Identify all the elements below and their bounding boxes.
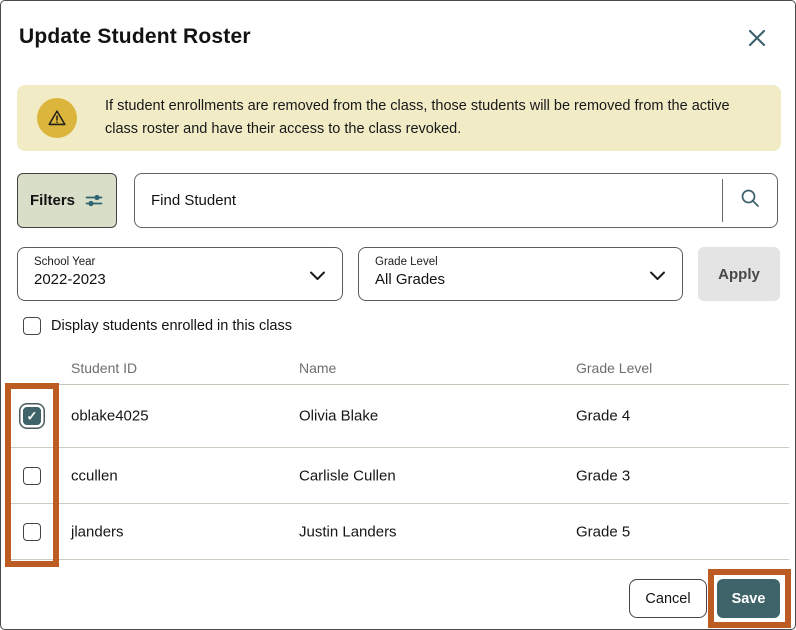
- checkmark-icon: ✓: [27, 410, 38, 423]
- grade-level-value: All Grades: [375, 271, 666, 288]
- cell-grade-level: Grade 3: [576, 467, 630, 484]
- grade-level-select[interactable]: Grade Level All Grades: [358, 247, 683, 301]
- sliders-icon: [84, 193, 104, 208]
- apply-button[interactable]: Apply: [698, 247, 780, 301]
- table-row: ✓ oblake4025 Olivia Blake Grade 4: [9, 385, 789, 448]
- cell-name: Olivia Blake: [299, 408, 378, 425]
- warning-banner: If student enrollments are removed from …: [17, 85, 781, 151]
- search-button[interactable]: [723, 174, 777, 227]
- row-checkbox[interactable]: ✓: [23, 523, 41, 541]
- cell-name: Carlisle Cullen: [299, 467, 396, 484]
- update-student-roster-dialog: Update Student Roster If student enrollm…: [0, 0, 796, 630]
- search-input[interactable]: [135, 174, 722, 227]
- school-year-value: 2022-2023: [34, 271, 326, 288]
- warning-text: If student enrollments are removed from …: [105, 95, 757, 141]
- school-year-label: School Year: [34, 256, 326, 268]
- display-enrolled-checkbox[interactable]: ✓: [23, 317, 41, 335]
- cancel-button[interactable]: Cancel: [629, 579, 707, 618]
- close-button[interactable]: [743, 25, 771, 53]
- warning-icon: [37, 98, 77, 138]
- chevron-down-icon: [649, 268, 666, 286]
- search-icon: [740, 188, 761, 214]
- cell-grade-level: Grade 5: [576, 523, 630, 540]
- close-icon: [746, 27, 768, 52]
- filters-button-label: Filters: [30, 192, 75, 209]
- table-row: ✓ jlanders Justin Landers Grade 5: [9, 504, 789, 560]
- row-checkbox[interactable]: ✓: [23, 467, 41, 485]
- school-year-select[interactable]: School Year 2022-2023: [17, 247, 343, 301]
- grade-level-label: Grade Level: [375, 256, 666, 268]
- save-button[interactable]: Save: [717, 579, 780, 618]
- table-header: Student ID Name Grade Level: [9, 357, 789, 385]
- cell-student-id: oblake4025: [71, 408, 149, 425]
- cell-grade-level: Grade 4: [576, 408, 630, 425]
- cell-student-id: ccullen: [71, 467, 118, 484]
- chevron-down-icon: [309, 268, 326, 286]
- row-checkbox[interactable]: ✓: [23, 407, 41, 425]
- header-grade-level: Grade Level: [576, 360, 652, 376]
- dialog-title: Update Student Roster: [19, 25, 251, 49]
- cell-student-id: jlanders: [71, 523, 124, 540]
- header-student-id: Student ID: [71, 360, 137, 376]
- header-name: Name: [299, 360, 336, 376]
- display-enrolled-label: Display students enrolled in this class: [51, 318, 292, 334]
- display-enrolled-toggle[interactable]: ✓ Display students enrolled in this clas…: [23, 317, 292, 335]
- student-search: [134, 173, 778, 228]
- cell-name: Justin Landers: [299, 523, 397, 540]
- table-row: ✓ ccullen Carlisle Cullen Grade 3: [9, 448, 789, 504]
- filters-button[interactable]: Filters: [17, 173, 117, 228]
